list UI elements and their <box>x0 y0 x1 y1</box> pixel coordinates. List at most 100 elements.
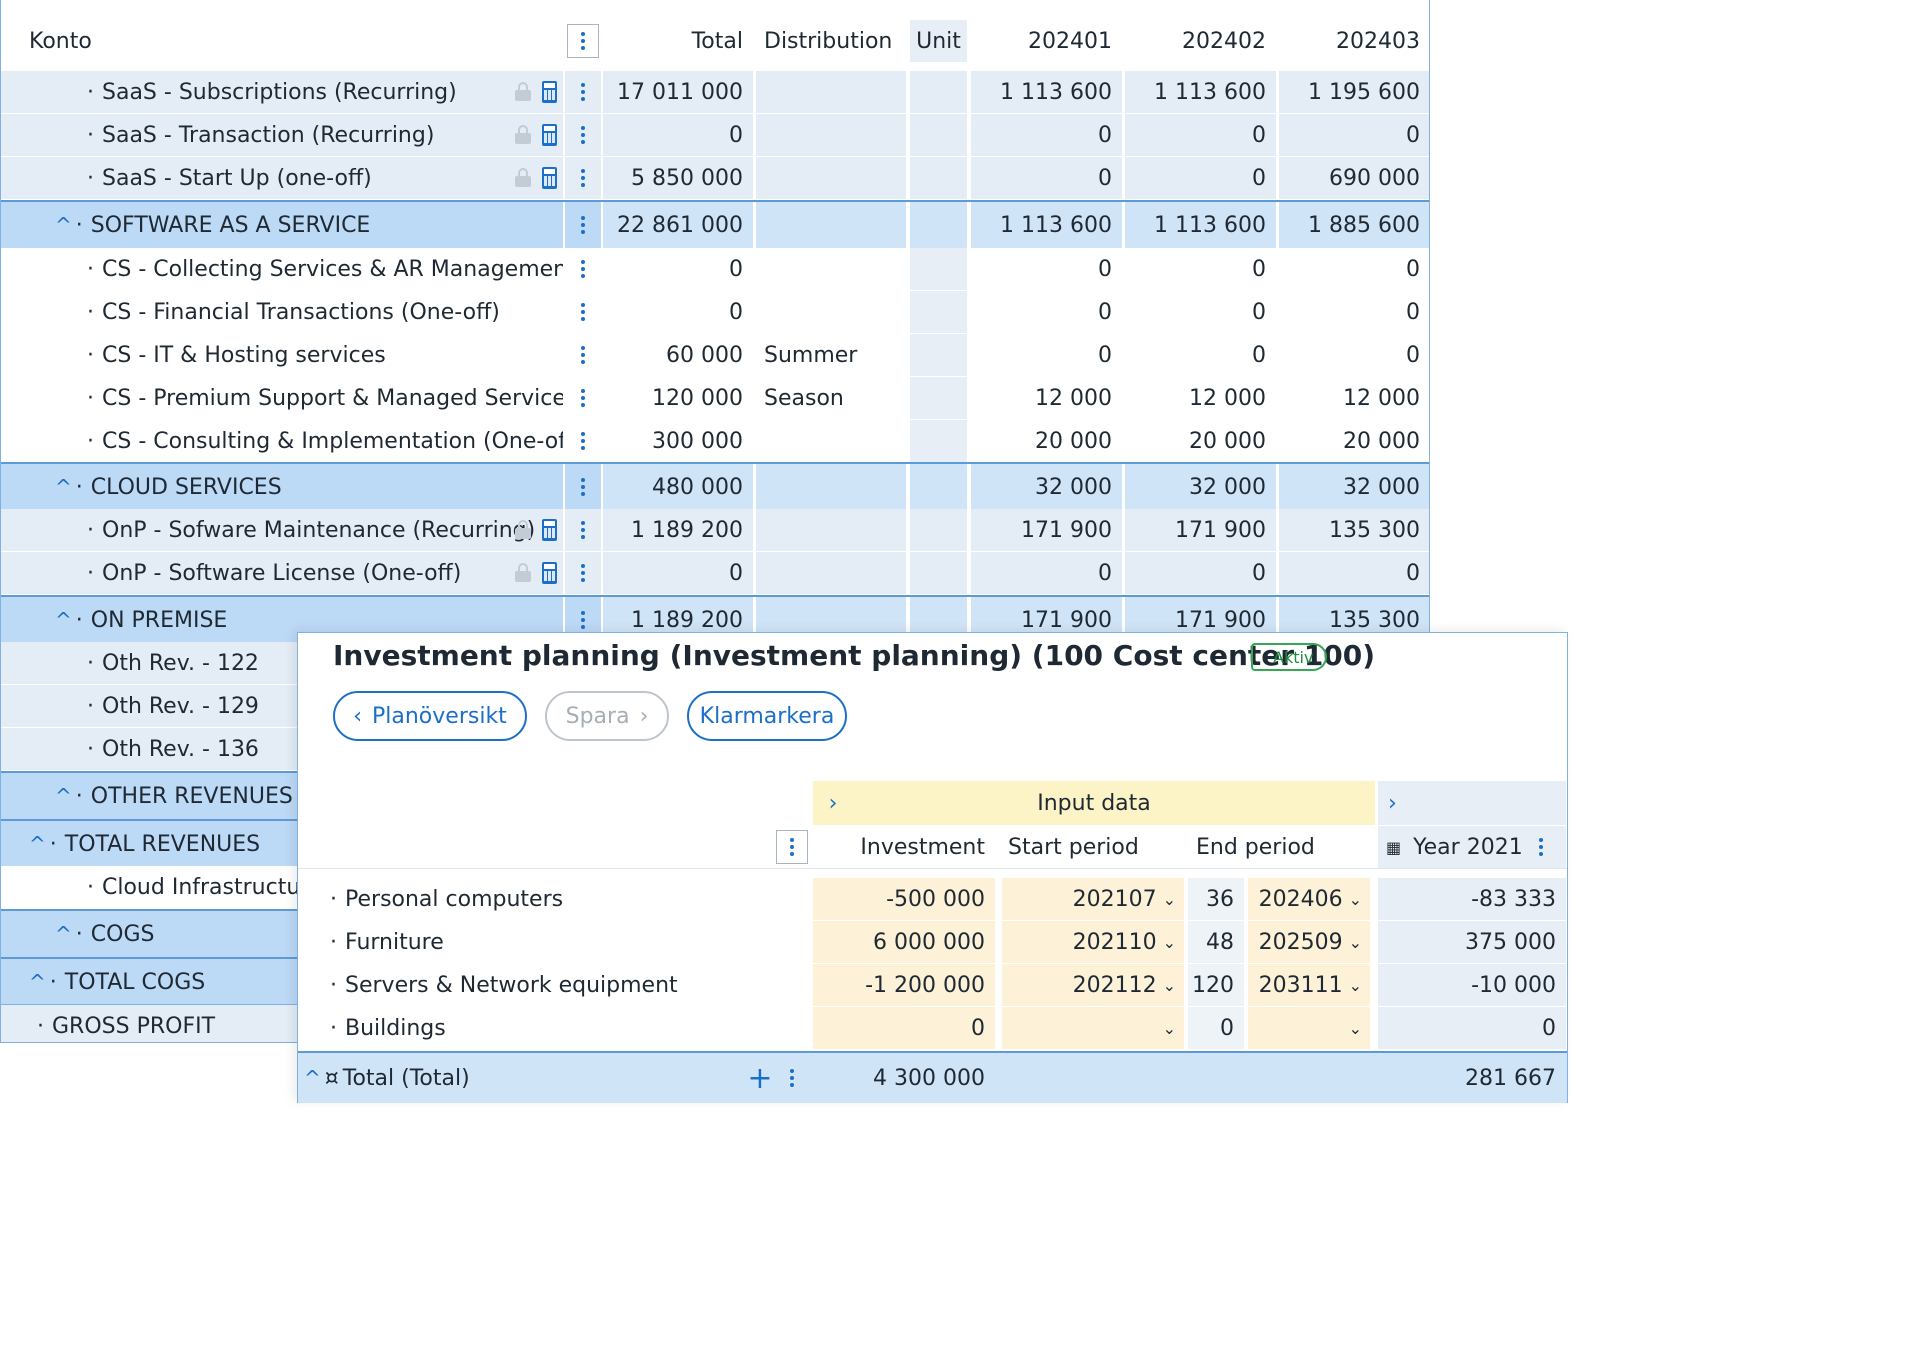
month-cell[interactable]: 0 <box>971 157 1122 199</box>
month-cell[interactable]: 690 000 <box>1279 157 1429 199</box>
month-cell[interactable]: 135 300 <box>1279 509 1429 551</box>
month-cell[interactable]: 0 <box>1125 114 1276 156</box>
table-row[interactable]: · SaaS - Subscriptions (Recurring) 17 011… <box>1 71 1429 113</box>
unit-cell[interactable] <box>910 509 967 551</box>
investment-input[interactable]: -500 000 <box>813 878 995 920</box>
end-period-select[interactable]: 202509 ⌄ <box>1248 921 1370 963</box>
months-input[interactable]: 120 <box>1188 964 1244 1006</box>
unit-cell[interactable] <box>910 291 967 333</box>
total-cell[interactable]: 60 000 <box>603 334 753 376</box>
calculator-icon[interactable] <box>542 81 557 103</box>
table-row[interactable]: · Personal computers -500 000 202107 ⌄ 36 … <box>298 878 1567 920</box>
unit-cell[interactable] <box>910 552 967 594</box>
month-cell[interactable]: 1 195 600 <box>1279 71 1429 113</box>
calculator-icon[interactable] <box>542 124 557 146</box>
collapse-caret-icon[interactable]: ^ <box>304 1066 321 1090</box>
unit-cell[interactable] <box>910 114 967 156</box>
plan-overview-button[interactable]: ‹ Planöversikt <box>333 691 527 741</box>
month-cell[interactable]: 0 <box>1279 552 1429 594</box>
collapse-caret-icon[interactable]: ^ <box>29 832 46 856</box>
row-label[interactable]: ^ · CLOUD SERVICES <box>1 464 563 510</box>
month-cell[interactable]: 1 113 600 <box>1125 71 1276 113</box>
month-cell[interactable]: 12 000 <box>971 377 1122 419</box>
collapse-caret-icon[interactable]: ^ <box>55 608 72 632</box>
table-row[interactable]: · OnP - Software License (One-off) 0 0 0 … <box>1 552 1429 594</box>
distribution-cell[interactable] <box>756 552 906 594</box>
total-cell[interactable]: 0 <box>603 114 753 156</box>
header-menu-button[interactable] <box>565 20 601 62</box>
subtotal-row[interactable]: ^ · CLOUD SERVICES 480 000 32 000 32 000 3… <box>1 462 1429 510</box>
month-cell[interactable]: 0 <box>971 114 1122 156</box>
total-row[interactable]: ^ ¤ Total (Total) + 4 300 000 281 667 <box>298 1051 1567 1103</box>
total-cell[interactable]: 0 <box>603 248 753 290</box>
row-menu-button[interactable] <box>565 71 601 113</box>
table-row[interactable]: · CS - Consulting & Implementation (One-o… <box>1 420 1429 462</box>
table-row[interactable]: · Furniture 6 000 000 202110 ⌄ 48 202509 ⌄ … <box>298 921 1567 963</box>
month-cell[interactable]: 20 000 <box>1125 420 1276 462</box>
start-period-select[interactable]: 202112 ⌄ <box>1002 964 1184 1006</box>
month-cell[interactable]: 171 900 <box>971 509 1122 551</box>
chevron-right-icon[interactable]: › <box>1378 781 1566 825</box>
row-menu-button[interactable] <box>565 552 601 594</box>
month-cell[interactable]: 0 <box>1279 334 1429 376</box>
row-menu-button[interactable] <box>565 334 601 376</box>
row-menu-button[interactable] <box>565 248 601 290</box>
month-cell[interactable]: 171 900 <box>1125 509 1276 551</box>
month-cell[interactable]: 20 000 <box>971 420 1122 462</box>
months-input[interactable]: 0 <box>1188 1007 1244 1049</box>
table-row[interactable]: · CS - Collecting Services & AR Managemen… <box>1 248 1429 290</box>
unit-cell[interactable] <box>910 334 967 376</box>
row-menu-button[interactable] <box>565 464 601 510</box>
unit-cell[interactable] <box>910 157 967 199</box>
calculator-icon[interactable] <box>542 562 557 584</box>
month-cell[interactable]: 0 <box>1279 291 1429 333</box>
total-cell[interactable]: 17 011 000 <box>603 71 753 113</box>
distribution-cell[interactable] <box>756 71 906 113</box>
investment-input[interactable]: 6 000 000 <box>813 921 995 963</box>
total-cell[interactable]: 120 000 <box>603 377 753 419</box>
distribution-cell[interactable]: Season <box>756 377 906 419</box>
total-cell[interactable]: 300 000 <box>603 420 753 462</box>
distribution-cell[interactable]: Summer <box>756 334 906 376</box>
table-row[interactable]: · CS - Financial Transactions (One-off) 0… <box>1 291 1429 333</box>
month-cell[interactable]: 0 <box>1125 334 1276 376</box>
row-menu-button[interactable] <box>565 157 601 199</box>
table-row[interactable]: · Buildings 0 ⌄ 0 ⌄ 0 <box>298 1007 1567 1049</box>
collapse-caret-icon[interactable]: ^ <box>55 784 72 808</box>
table-row[interactable]: · SaaS - Start Up (one-off) 5 850 000 0 0… <box>1 157 1429 199</box>
table-row[interactable]: · CS - IT & Hosting services 60 000 Summe… <box>1 334 1429 376</box>
collapse-caret-icon[interactable]: ^ <box>29 970 46 994</box>
table-row[interactable]: · SaaS - Transaction (Recurring) 0 0 0 0 <box>1 114 1429 156</box>
distribution-cell[interactable] <box>756 509 906 551</box>
add-row-icon[interactable]: + <box>742 1053 778 1103</box>
month-cell[interactable]: 0 <box>1279 114 1429 156</box>
row-menu-button[interactable] <box>565 420 601 462</box>
calculator-icon[interactable] <box>542 167 557 189</box>
distribution-cell[interactable] <box>756 420 906 462</box>
total-menu-button[interactable] <box>774 1053 810 1103</box>
investment-input[interactable]: -1 200 000 <box>813 964 995 1006</box>
end-period-select[interactable]: 202406 ⌄ <box>1248 878 1370 920</box>
table-row[interactable]: ·CS - Premium Support & Managed Services… <box>1 377 1429 419</box>
mark-ready-button[interactable]: Klarmarkera <box>687 691 847 741</box>
calculator-icon[interactable] <box>542 519 557 541</box>
panel-menu-button[interactable] <box>774 826 810 868</box>
months-input[interactable]: 36 <box>1188 878 1244 920</box>
month-cell[interactable]: 20 000 <box>1279 420 1429 462</box>
row-label[interactable]: ^ · SOFTWARE AS A SERVICE <box>1 202 563 248</box>
month-cell[interactable]: 1 113 600 <box>971 71 1122 113</box>
distribution-cell[interactable] <box>756 114 906 156</box>
month-cell[interactable]: 0 <box>1125 157 1276 199</box>
row-menu-button[interactable] <box>565 202 601 248</box>
month-cell[interactable]: 12 000 <box>1125 377 1276 419</box>
total-cell[interactable]: 1 189 200 <box>603 509 753 551</box>
month-cell[interactable]: 0 <box>1279 248 1429 290</box>
more-vertical-icon[interactable] <box>1538 838 1544 856</box>
distribution-cell[interactable] <box>756 248 906 290</box>
month-cell[interactable]: 0 <box>971 248 1122 290</box>
row-menu-button[interactable] <box>565 291 601 333</box>
row-menu-button[interactable] <box>565 114 601 156</box>
start-period-select[interactable]: ⌄ <box>1002 1007 1184 1049</box>
start-period-select[interactable]: 202110 ⌄ <box>1002 921 1184 963</box>
total-cell[interactable]: 5 850 000 <box>603 157 753 199</box>
